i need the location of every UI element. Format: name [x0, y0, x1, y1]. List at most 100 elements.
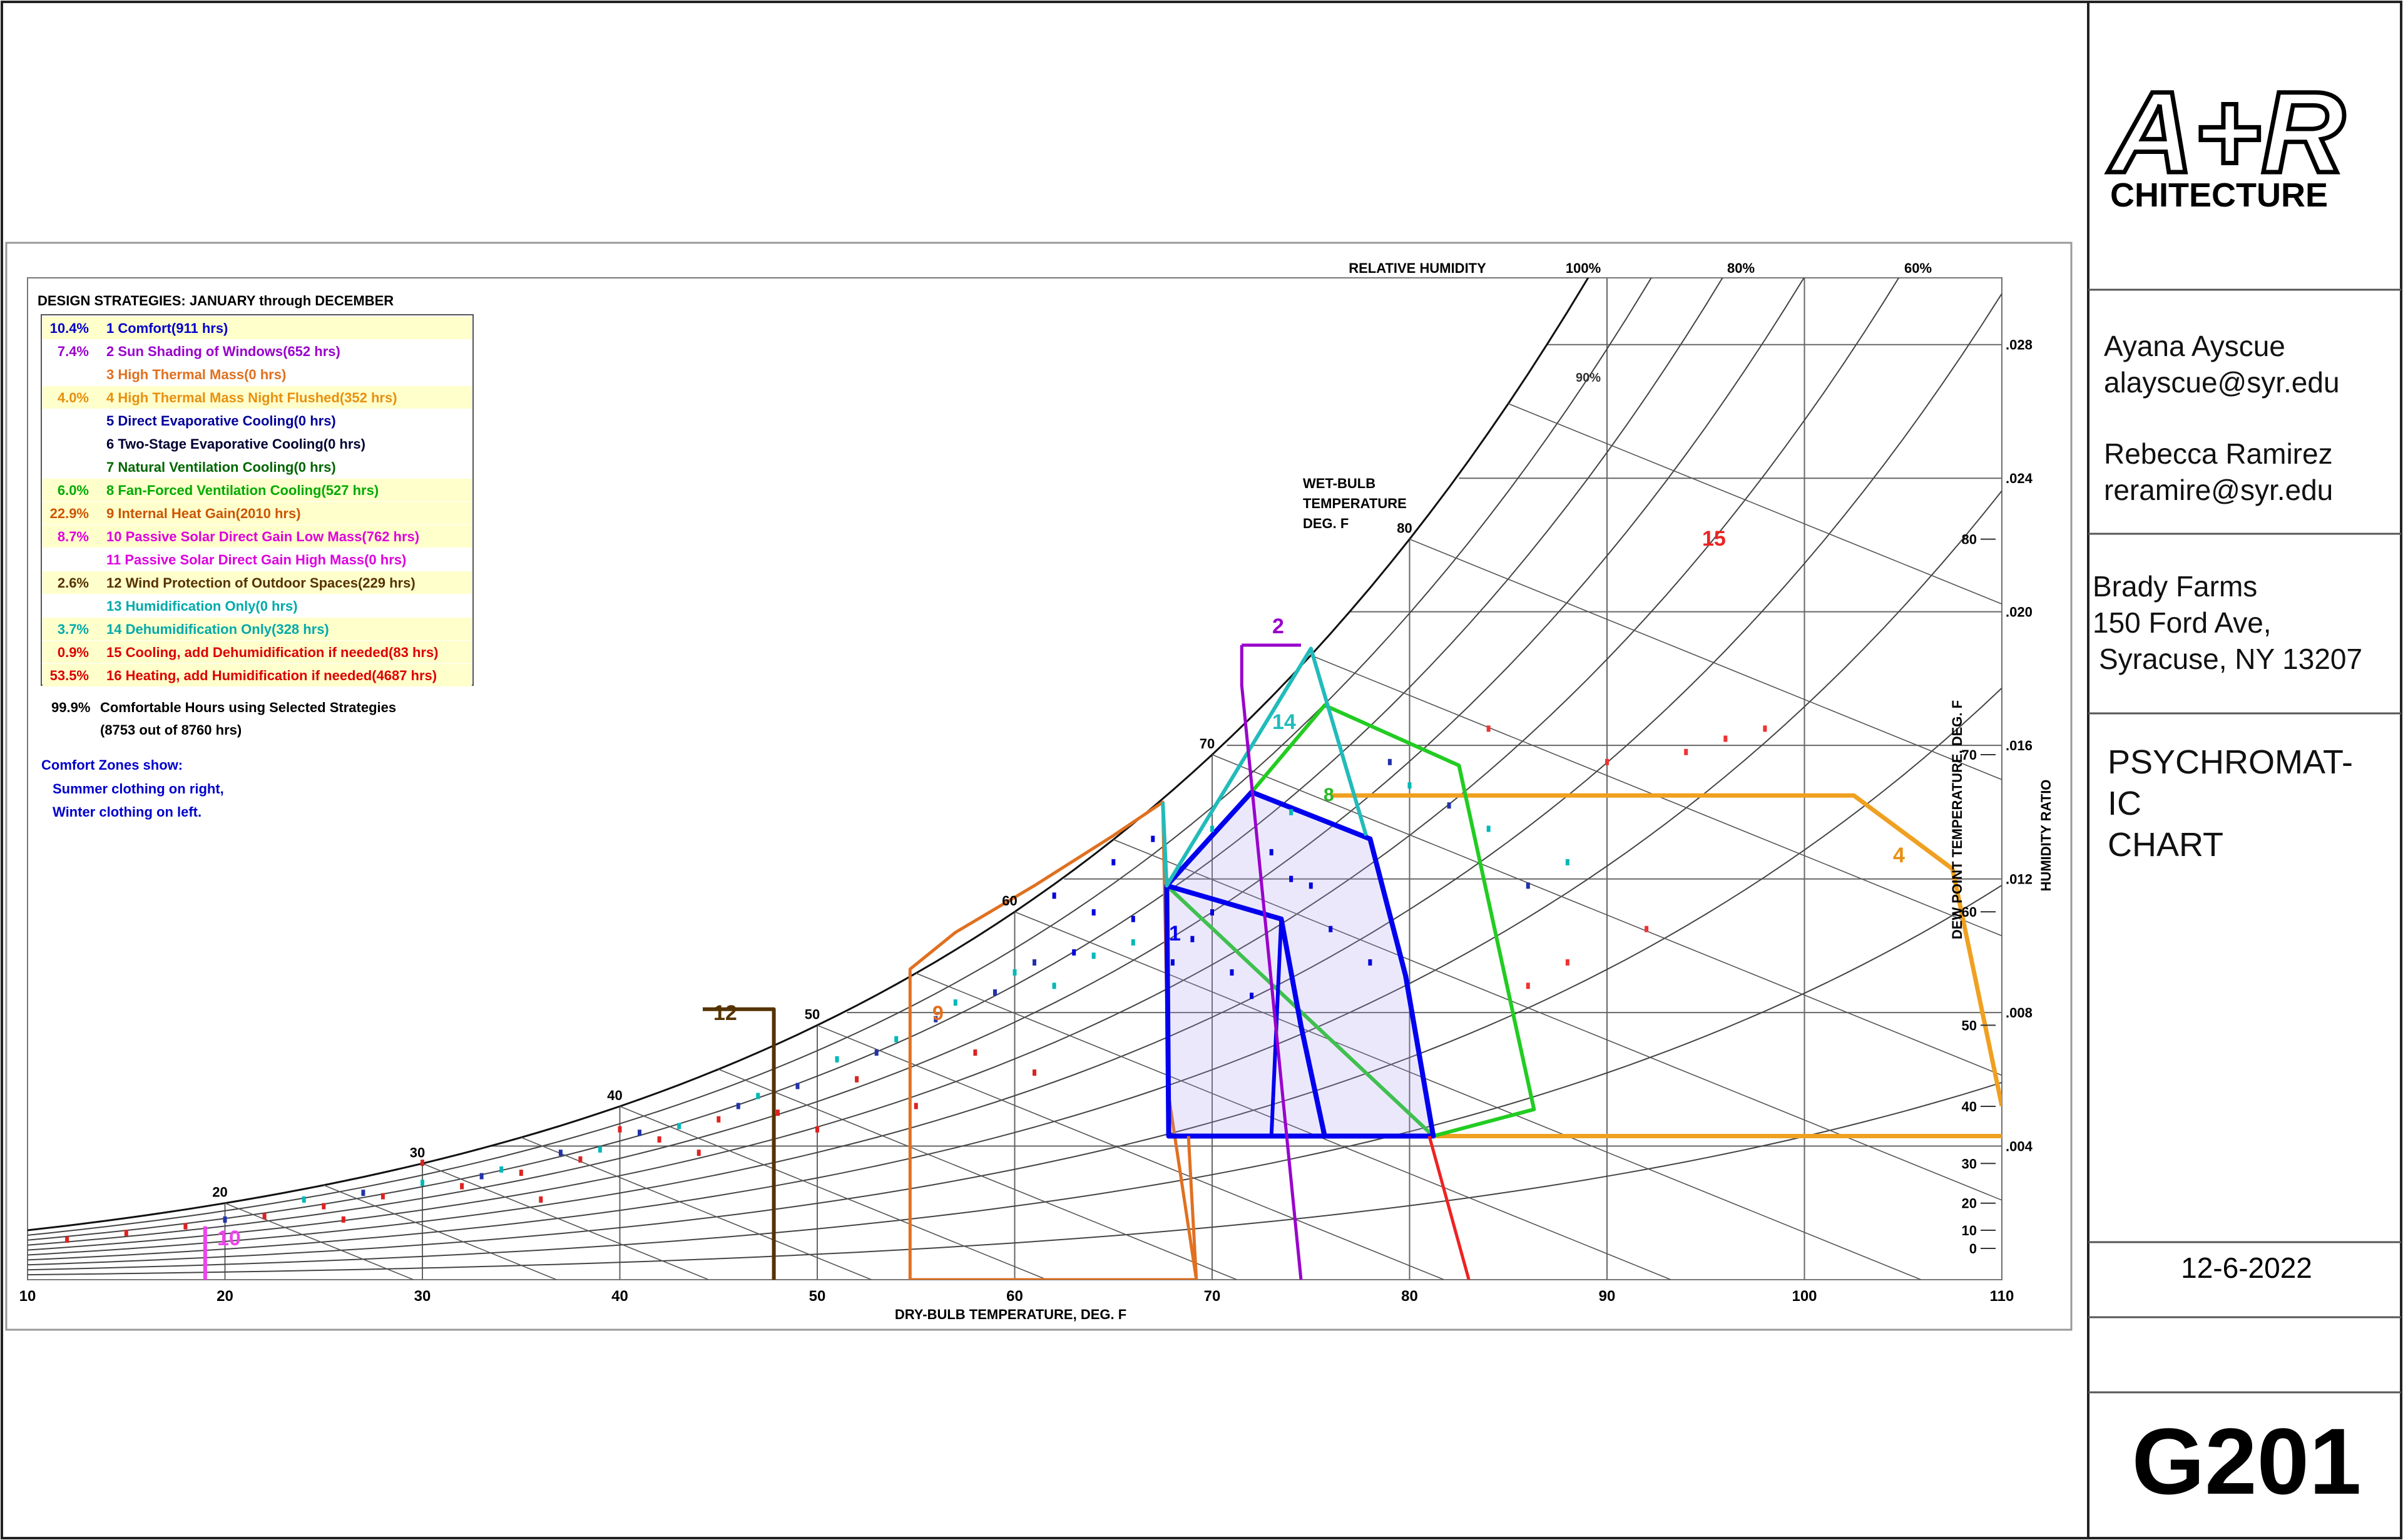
data-point	[1565, 959, 1569, 966]
data-point	[302, 1196, 306, 1203]
wetbulb-tick-label: 70	[1200, 736, 1215, 752]
legend-row-pct: 7.4%	[58, 344, 89, 359]
data-point	[1565, 859, 1569, 865]
address-line1: 150 Ford Ave,	[2093, 606, 2272, 639]
data-point	[1052, 982, 1056, 989]
x-tick-label: 100	[1792, 1288, 1817, 1305]
data-point	[1033, 959, 1036, 966]
legend-row-label: 15 Cooling, add Dehumidification if need…	[106, 645, 439, 660]
data-point	[1309, 882, 1313, 889]
data-point	[322, 1203, 326, 1210]
legend-row-pct: 0.9%	[58, 645, 89, 660]
legend-row-pct: 3.7%	[58, 621, 89, 637]
data-point	[1151, 835, 1155, 842]
legend-row-label: 1 Comfort(911 hrs)	[106, 320, 228, 336]
address-line2: Syracuse, NY 13207	[2099, 643, 2363, 675]
data-point	[677, 1123, 681, 1130]
dewpoint-tick-label: 50	[1962, 1017, 1977, 1033]
wetbulb-tick-label: 80	[1397, 521, 1412, 536]
zone-label-1: 1	[1169, 922, 1181, 946]
data-point	[696, 1150, 701, 1156]
data-point	[1131, 939, 1135, 946]
data-point	[1230, 969, 1234, 976]
data-point	[973, 1049, 977, 1056]
zone-label-4: 4	[1893, 844, 1905, 867]
zone-label-2: 2	[1272, 614, 1284, 638]
author2-name: Rebecca Ramirez	[2104, 437, 2333, 470]
legend-row-label: 7 Natural Ventilation Cooling(0 hrs)	[106, 459, 336, 475]
data-point	[460, 1183, 464, 1190]
data-point	[1190, 936, 1195, 942]
data-point	[1684, 748, 1688, 755]
y-axis-title: HUMIDITY RATIO	[2038, 780, 2054, 892]
legend-summary-line1: Comfortable Hours using Selected Strateg…	[100, 700, 396, 715]
data-point	[1723, 735, 1728, 742]
legend-row-pct: 53.5%	[50, 668, 89, 683]
legend-row-label: 13 Humidification Only(0 hrs)	[106, 598, 298, 614]
data-point	[1269, 849, 1273, 855]
rh-label-80: 80%	[1727, 260, 1755, 276]
x-tick-label: 110	[1990, 1288, 2014, 1305]
data-point	[519, 1170, 523, 1176]
logo: A+R CHITECTURE	[2106, 66, 2347, 215]
sheet-date: 12-6-2022	[2181, 1252, 2312, 1284]
dewpoint-tick-label: 30	[1962, 1156, 1977, 1171]
wetbulb-title-2: TEMPERATURE	[1303, 496, 1407, 511]
x-tick-label: 80	[1401, 1288, 1418, 1305]
legend-row-pct: 8.7%	[58, 529, 89, 544]
dewpoint-tick-label: 10	[1962, 1223, 1977, 1238]
data-point	[1368, 959, 1372, 966]
drawing-title-1: PSYCHROMAT-	[2108, 743, 2354, 781]
wetbulb-tick-label: 50	[805, 1006, 820, 1022]
zone-label-9: 9	[932, 1002, 944, 1024]
data-point	[1091, 909, 1096, 915]
x-tick-label: 50	[809, 1288, 826, 1305]
data-point	[756, 1093, 760, 1099]
data-point	[1013, 969, 1017, 976]
data-point	[717, 1116, 721, 1123]
legend-row-label: 12 Wind Protection of Outdoor Spaces(229…	[106, 575, 416, 591]
drawing-title-3: CHART	[2108, 826, 2224, 864]
data-point	[815, 1126, 819, 1133]
x-tick-label: 30	[414, 1288, 431, 1305]
y-tick-label: .020	[2006, 604, 2033, 620]
data-point	[578, 1156, 583, 1163]
data-point	[993, 989, 997, 996]
data-point	[341, 1216, 345, 1223]
author1-email: alayscue@syr.edu	[2104, 366, 2340, 399]
rh-axis-title: RELATIVE HUMIDITY	[1349, 260, 1486, 276]
data-point	[1486, 725, 1491, 732]
data-point	[894, 1036, 899, 1043]
rh-inline-label-90: 90%	[1576, 371, 1601, 385]
data-point	[380, 1193, 385, 1200]
data-point	[953, 999, 957, 1006]
zone-label-8: 8	[1324, 785, 1334, 805]
data-point	[775, 1109, 780, 1116]
x-tick-label: 10	[19, 1288, 36, 1305]
data-point	[223, 1216, 227, 1223]
data-point	[1289, 808, 1293, 815]
legend-row-label: 3 High Thermal Mass(0 hrs)	[106, 367, 286, 382]
legend-row-label: 2 Sun Shading of Windows(652 hrs)	[106, 344, 340, 359]
legend-row-label: 4 High Thermal Mass Night Flushed(352 hr…	[106, 390, 397, 405]
data-point	[499, 1166, 504, 1173]
data-point	[421, 1180, 424, 1186]
rh-label-60: 60%	[1904, 260, 1932, 276]
data-point	[657, 1136, 661, 1143]
x-tick-label: 40	[611, 1288, 628, 1305]
y-tick-label: .008	[2006, 1005, 2033, 1021]
legend-row-label: 9 Internal Heat Gain(2010 hrs)	[106, 506, 301, 521]
data-point	[262, 1213, 267, 1220]
data-point	[1526, 882, 1530, 889]
y-tick-label: .016	[2006, 738, 2033, 753]
drawing-title-2: IC	[2108, 785, 2141, 822]
legend-row-label: 5 Direct Evaporative Cooling(0 hrs)	[106, 413, 336, 429]
legend-row-label: 6 Two-Stage Evaporative Cooling(0 hrs)	[106, 436, 365, 452]
zone-label-10: 10	[217, 1226, 241, 1250]
wetbulb-tick-label: 60	[1002, 893, 1017, 909]
data-point	[736, 1103, 740, 1109]
data-point	[1091, 952, 1096, 959]
data-point	[1329, 926, 1333, 932]
legend-note-1: Comfort Zones show:	[41, 757, 183, 773]
data-point	[1763, 725, 1767, 732]
